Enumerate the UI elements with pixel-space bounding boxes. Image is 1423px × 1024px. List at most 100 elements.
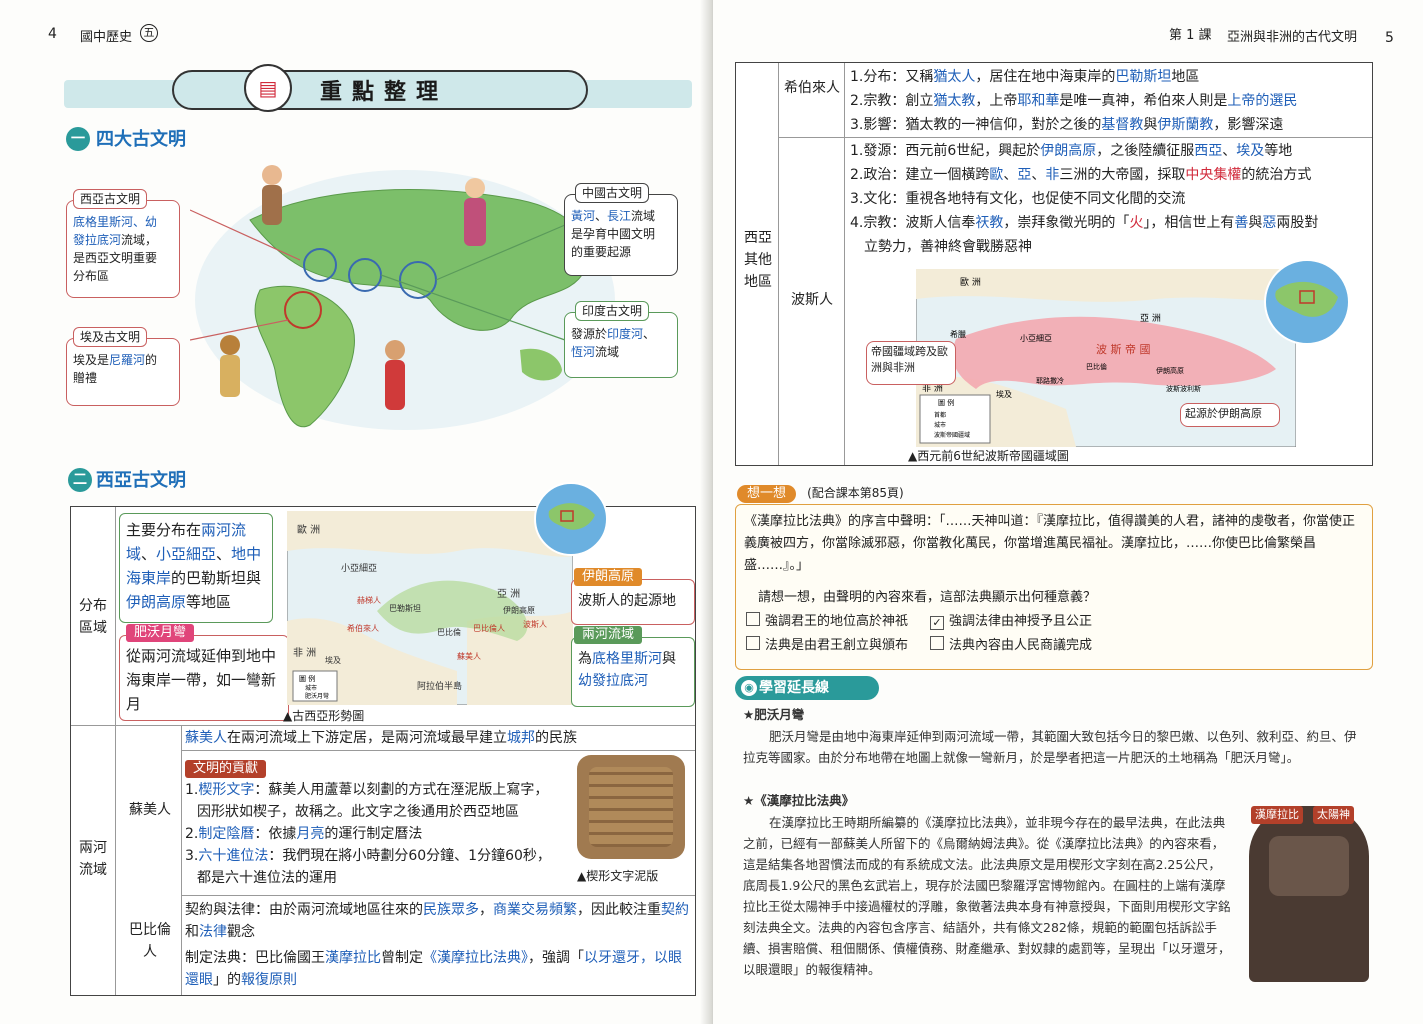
book-title: 國中歷史: [80, 30, 133, 45]
text: 是唯一真神，希伯來人則是: [1059, 93, 1228, 109]
iran-box: 伊朗高原 波斯人的起源地: [571, 568, 695, 625]
globe-inset: [1264, 259, 1350, 345]
text: 立勢力，善神終會戰勝惡神: [864, 239, 1032, 255]
text: 幼發拉底河: [578, 673, 648, 689]
think-quote: 《漢摩拉比法典》的序言中聲明：「……天神叫道：『漢摩拉比，值得讚美的人君，諸神的…: [744, 514, 1356, 573]
callout-china-title: 中國古文明: [575, 183, 650, 203]
option-4[interactable]: 法典內容由人民商議完成: [930, 635, 1130, 657]
section1-title: 四大古文明: [96, 129, 186, 150]
section2-title: 西亞古文明: [96, 470, 186, 491]
text: 三洲的大帝國，採取: [1059, 167, 1186, 183]
origin-callout: 起源於伊朗高原: [1180, 403, 1280, 427]
text: ，居住在地中海東岸的: [975, 69, 1116, 85]
contrib-list: 1.楔形文字：蘇美人用蘆葦以刻劃的方式在溼泥版上寫字， 因形狀如楔子，故稱之。此…: [185, 779, 575, 889]
callout-text: 印度河: [607, 327, 644, 341]
contrib-tag-wrap: 文明的貢獻: [185, 757, 267, 778]
text: 2.宗教：創立: [850, 93, 934, 109]
text: 契約: [661, 902, 689, 918]
stele-label-sun-god: 太陽神: [1313, 806, 1354, 824]
option-1[interactable]: 強調君王的地位高於神祇: [746, 611, 926, 633]
text: 非: [1045, 167, 1060, 183]
tablet-caption: ▲楔形文字泥版: [577, 869, 659, 883]
checkbox[interactable]: [746, 636, 760, 650]
callout-text: 長江: [607, 209, 632, 223]
map-legend: 波斯帝國疆域: [934, 431, 970, 439]
text: 」，相信世上有: [1143, 215, 1235, 231]
text: 城邦: [507, 730, 535, 746]
map-label: 歐 洲: [297, 523, 320, 536]
lesson-title: 亞洲與非洲的古代文明: [1227, 30, 1358, 45]
text: 、: [141, 545, 157, 563]
wifi-icon: ◉: [741, 680, 757, 696]
map-label: 阿拉伯半島: [417, 680, 462, 692]
figure-china: [464, 178, 486, 246]
map-caption: ▲古西亞形勢圖: [283, 709, 365, 723]
checkbox[interactable]: [930, 636, 944, 650]
text: 和: [185, 924, 199, 940]
map-label: 波 斯 帝 國: [1096, 342, 1151, 356]
text: 等地區: [186, 593, 232, 611]
iran-tag: 伊朗高原: [574, 568, 643, 586]
text: 基督教: [1101, 117, 1144, 133]
callout-text: 的: [145, 353, 158, 367]
babylon-label: 巴比倫人: [129, 922, 171, 960]
callout-text: 發拉底河: [73, 233, 122, 247]
map-legend: 首都: [934, 411, 946, 419]
text: 與: [1248, 215, 1263, 231]
page-number: 5: [1385, 30, 1394, 46]
text: ，崇拜象徵光明的「: [1003, 215, 1130, 231]
book-icon: ▤: [244, 64, 292, 112]
right-page: 第 1 課 亞洲與非洲的古代文明 5 西亞其他地區 希伯來人 波斯人 1.分布：…: [713, 0, 1423, 1024]
text: 中央集權: [1185, 167, 1242, 183]
text: 的民族: [535, 730, 577, 746]
text: 六十進位法: [198, 848, 269, 864]
checkbox-checked[interactable]: ✓: [930, 616, 944, 630]
callout-text: 流域: [631, 209, 656, 223]
text: 在兩河流域上下游定居，是兩河流域最早建立: [227, 730, 507, 746]
text: 3.文化：重視各地特有文化，也促使不同文化間的交流: [850, 191, 1186, 207]
stele-label-hammurabi: 漢摩拉比: [1251, 806, 1303, 824]
text: 上帝的選民: [1227, 93, 1298, 109]
persian-map-caption: ▲西元前6世紀波斯帝國疆域圖: [908, 449, 1069, 463]
text: 的運行制定曆法: [324, 826, 423, 842]
callout-text: 底格里斯河、幼: [73, 215, 158, 229]
map-label: 亞 洲: [1140, 313, 1161, 324]
text: 埃及: [1236, 143, 1265, 159]
text: 主要分布在: [126, 521, 202, 539]
text: 、: [1031, 167, 1046, 183]
text: 火: [1129, 215, 1144, 231]
two-rivers-label: 兩河流域: [79, 840, 107, 878]
callout-text: 分布區: [73, 269, 110, 283]
callout-text: 黃河: [571, 209, 596, 223]
callout-india-title: 印度古文明: [575, 301, 650, 321]
checkbox[interactable]: [746, 612, 760, 626]
ext-item2-title: ★《漢摩拉比法典》: [743, 793, 855, 808]
text: 都是六十進位法的運用: [197, 870, 337, 886]
empire-callout: 帝國疆域跨及歐洲與非洲: [866, 341, 956, 385]
figure-west-asia: [262, 165, 282, 225]
text: 亞: [1017, 167, 1032, 183]
text: 2.: [185, 826, 199, 842]
map-label: 非 洲: [293, 647, 316, 659]
option-2[interactable]: ✓ 強調法律由神授予且公正: [930, 611, 1130, 633]
map-label: 歐 洲: [960, 276, 981, 288]
text: 月亮: [296, 826, 325, 842]
callout-text: 、: [595, 209, 608, 223]
map-label: 伊朗高原: [503, 605, 535, 615]
text: ，上帝: [975, 93, 1018, 109]
fertile-tag: 肥沃月彎: [126, 624, 195, 642]
text: 制定陰曆: [198, 826, 255, 842]
think-box: 《漢摩拉比法典》的序言中聲明：「……天神叫道：『漢摩拉比，值得讚美的人君，諸神的…: [735, 504, 1373, 670]
dist-text-box: 主要分布在兩河流域、小亞細亞、地中海東岸的巴勒斯坦與伊朗高原等地區: [119, 513, 273, 623]
callout-text: 流域: [595, 345, 620, 359]
globe-inset: [534, 482, 608, 556]
text: 報復原則: [241, 972, 297, 988]
other-regions-table: 西亞其他地區 希伯來人 波斯人 1.分布：又稱猶太人，居住在地中海東岸的巴勒斯坦…: [735, 62, 1373, 466]
text: 伊朗高原: [1040, 143, 1097, 159]
option-label: 強調法律由神授予且公正: [949, 614, 1093, 629]
section1-number: 一: [66, 127, 90, 151]
option-3[interactable]: 法典是由君王創立與頒布: [746, 635, 926, 657]
dist-label: 分布區域: [79, 598, 107, 636]
map-label: 巴比倫: [1086, 362, 1107, 371]
text: 」的: [213, 972, 241, 988]
